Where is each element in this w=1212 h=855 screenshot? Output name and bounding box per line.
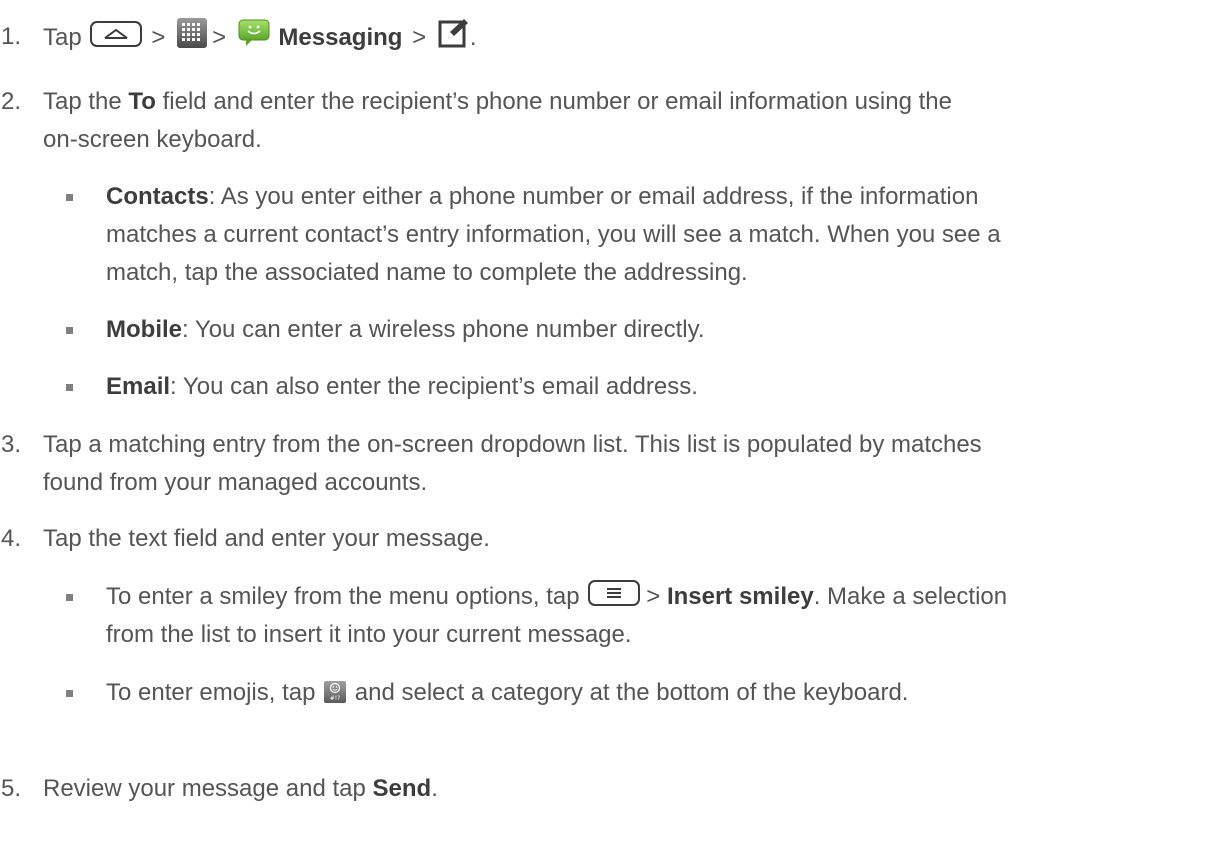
emoji-keyboard-icon: #!? (324, 677, 347, 715)
step-number: 4. (1, 525, 22, 552)
apps-grid-icon (177, 18, 208, 60)
messaging-app-icon (238, 18, 270, 60)
instructions-document: 1. Tap > > Messaging > . 2. Tap the To f… (0, 0, 1212, 855)
step-text: Tap the To field and enter the recipient… (43, 88, 952, 153)
step-text: Tap the text field and enter your messag… (43, 525, 490, 552)
bullet-marker (66, 194, 73, 201)
bullet-marker (66, 594, 73, 601)
home-key-icon (90, 21, 143, 47)
bullet-marker (66, 384, 73, 391)
compose-icon (438, 18, 468, 60)
step-text: Tap a matching entry from the on-screen … (43, 431, 982, 496)
bullet-marker (66, 690, 73, 697)
step-number: 1. (1, 23, 22, 50)
svg-text:#!?: #!? (330, 695, 341, 702)
step-text: Tap > > Messaging > . (43, 18, 1192, 60)
menu-key-icon (588, 580, 641, 606)
step-text: Review your message and tap Send. (43, 775, 438, 802)
step-number: 5. (1, 775, 22, 802)
step-number: 3. (1, 431, 22, 458)
step-number: 2. (1, 88, 22, 115)
messaging-label: Messaging (278, 24, 403, 51)
bullet-marker (66, 327, 73, 334)
